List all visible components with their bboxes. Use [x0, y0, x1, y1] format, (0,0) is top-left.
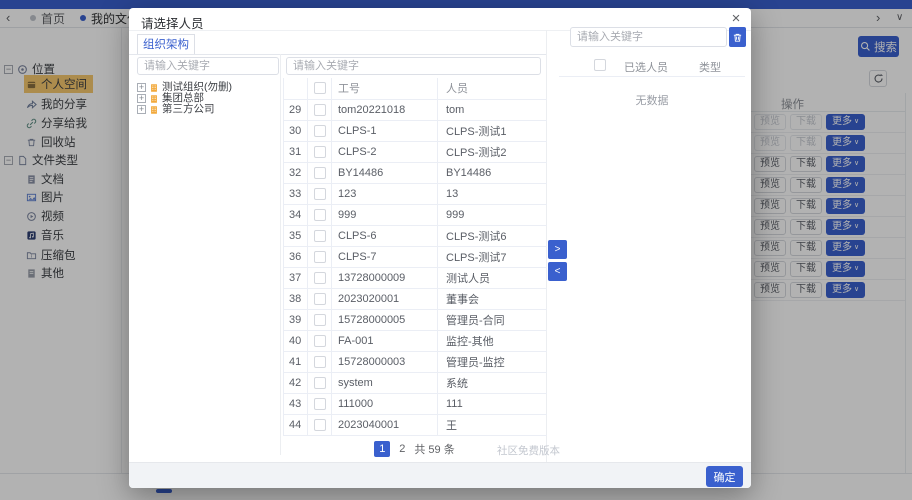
- org-building-icon: [149, 94, 159, 104]
- org-building-icon: [149, 105, 159, 115]
- table-row[interactable]: 35CLPS-6CLPS-测试6: [284, 225, 547, 246]
- row-checkbox[interactable]: [314, 251, 326, 263]
- empty-state-text: 无数据: [559, 92, 745, 108]
- move-right-button[interactable]: >: [548, 240, 567, 259]
- row-checkbox[interactable]: [314, 188, 326, 200]
- row-checkbox[interactable]: [314, 146, 326, 158]
- org-tree: + 测试组织(勿删) + 集团总部 + 第三方公司: [137, 82, 277, 115]
- expand-icon[interactable]: +: [137, 105, 146, 114]
- people-table: 工号 人员 29tom20221018tom 30CLPS-1CLPS-测试1 …: [283, 78, 547, 436]
- org-building-icon: [149, 83, 159, 93]
- table-row[interactable]: 382023020001董事会: [284, 288, 547, 309]
- table-row[interactable]: 3915728000005管理员-合同: [284, 309, 547, 330]
- tree-node-label: 第三方公司: [162, 104, 215, 115]
- close-icon[interactable]: ×: [727, 10, 745, 28]
- selected-select-all-checkbox[interactable]: [594, 59, 606, 71]
- table-row[interactable]: 3713728000009测试人员: [284, 267, 547, 288]
- table-row[interactable]: 34999999: [284, 204, 547, 225]
- confirm-button[interactable]: 确定: [706, 466, 743, 487]
- table-row[interactable]: 42system系统: [284, 372, 547, 393]
- row-checkbox[interactable]: [314, 314, 326, 326]
- table-row[interactable]: 40FA-001监控-其他: [284, 330, 547, 351]
- tree-node-test-org[interactable]: + 测试组织(勿删): [137, 82, 277, 93]
- table-row[interactable]: 442023040001王: [284, 414, 547, 435]
- panel-divider: [280, 54, 281, 455]
- edition-watermark: 社区免费版本: [497, 443, 560, 458]
- row-checkbox[interactable]: [314, 209, 326, 221]
- row-checkbox[interactable]: [314, 419, 326, 431]
- expand-icon[interactable]: +: [137, 94, 146, 103]
- selected-search-input[interactable]: [570, 27, 727, 47]
- selected-table-header: 已选人员 类型: [559, 55, 745, 77]
- table-row[interactable]: 36CLPS-7CLPS-测试7: [284, 246, 547, 267]
- tab-org-structure[interactable]: 组织架构: [137, 34, 195, 55]
- select-personnel-dialog: 请选择人员 × 组织架构 + 测试组织(勿删) + 集团总部 + 第三方公司: [129, 8, 751, 488]
- row-checkbox[interactable]: [314, 125, 326, 137]
- table-row[interactable]: 30CLPS-1CLPS-测试1: [284, 120, 547, 141]
- page-2-button[interactable]: 2: [399, 443, 405, 455]
- row-checkbox[interactable]: [314, 293, 326, 305]
- tab-divider: [129, 54, 546, 55]
- move-left-button[interactable]: <: [548, 262, 567, 281]
- selected-column-name: 已选人员: [624, 59, 668, 75]
- column-header-name: 人员: [438, 78, 547, 99]
- screen: ‹ 首页 我的文件 › ∨ − 位置 个人空间 我的分享: [0, 0, 912, 500]
- table-row[interactable]: 3312313: [284, 183, 547, 204]
- table-row[interactable]: 29tom20221018tom: [284, 99, 547, 120]
- select-all-checkbox[interactable]: [314, 82, 326, 94]
- table-row[interactable]: 31CLPS-2CLPS-测试2: [284, 141, 547, 162]
- selected-column-type: 类型: [699, 59, 721, 75]
- row-checkbox[interactable]: [314, 167, 326, 179]
- people-search-input[interactable]: [286, 57, 541, 75]
- clear-selected-button[interactable]: [729, 27, 746, 47]
- column-header-id: 工号: [332, 78, 438, 99]
- row-checkbox[interactable]: [314, 104, 326, 116]
- row-checkbox[interactable]: [314, 272, 326, 284]
- expand-icon[interactable]: +: [137, 83, 146, 92]
- table-row[interactable]: 32BY14486BY14486: [284, 162, 547, 183]
- row-checkbox[interactable]: [314, 398, 326, 410]
- trash-icon: [732, 32, 743, 43]
- row-checkbox[interactable]: [314, 377, 326, 389]
- pagination-total: 共 59 条: [414, 441, 454, 457]
- table-row[interactable]: 4115728000003管理员-监控: [284, 351, 547, 372]
- table-header-row: 工号 人员: [284, 78, 547, 99]
- dialog-footer: [129, 462, 751, 488]
- row-checkbox[interactable]: [314, 335, 326, 347]
- table-row[interactable]: 43111000111: [284, 393, 547, 414]
- org-tree-search-input[interactable]: [137, 57, 279, 75]
- tree-node-third-party[interactable]: + 第三方公司: [137, 104, 277, 115]
- row-checkbox[interactable]: [314, 230, 326, 242]
- page-1-button[interactable]: 1: [374, 441, 390, 457]
- row-checkbox[interactable]: [314, 356, 326, 368]
